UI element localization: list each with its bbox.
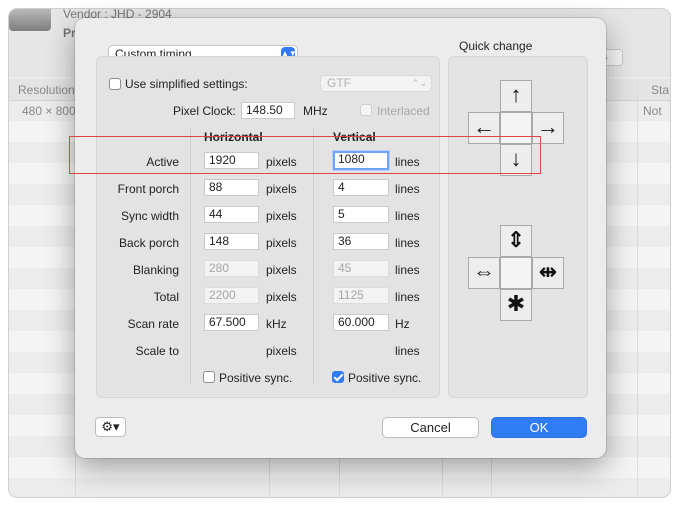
- row-label-back-porch: Back porch: [118, 236, 179, 250]
- back-porch-v-field[interactable]: 36: [333, 233, 389, 250]
- interlaced-checkbox[interactable]: [360, 104, 372, 116]
- simplified-method-popup[interactable]: GTF ⌃⌄: [320, 75, 432, 92]
- stretch-vertical-button[interactable]: ⇕: [500, 225, 532, 257]
- front-porch-v-unit: lines: [395, 182, 420, 196]
- move-up-button[interactable]: ↑: [500, 80, 532, 112]
- sync-width-h-field[interactable]: 44: [204, 206, 259, 223]
- scale-to-v-unit: lines: [395, 344, 420, 358]
- custom-timing-dialog: Custom timing ▲▼ Use simplified settings…: [75, 18, 606, 458]
- h-positive-sync-checkbox[interactable]: [203, 371, 215, 383]
- shrink-vertical-button[interactable]: ✱: [500, 289, 532, 321]
- use-simplified-label: Use simplified settings:: [125, 77, 248, 91]
- scan-rate-h-unit: kHz: [266, 317, 287, 331]
- column-status[interactable]: Sta: [651, 83, 669, 97]
- ok-button[interactable]: OK: [491, 417, 587, 438]
- front-porch-h-field[interactable]: 88: [204, 179, 259, 196]
- shrink-horizontal-icon: ⇹: [538, 259, 558, 284]
- scan-rate-v-unit: Hz: [395, 317, 410, 331]
- row-label-total: Total: [153, 290, 179, 304]
- display-thumbnail: [9, 9, 51, 31]
- total-v-field: 1125: [333, 287, 389, 304]
- cancel-button[interactable]: Cancel: [382, 417, 479, 438]
- use-simplified-checkbox[interactable]: [109, 78, 121, 90]
- v-positive-sync-label: Positive sync.: [348, 371, 422, 385]
- back-porch-h-unit: pixels: [266, 236, 297, 250]
- back-porch-h-field[interactable]: 148: [204, 233, 259, 250]
- sync-width-h-unit: pixels: [266, 209, 297, 223]
- sync-width-v-field[interactable]: 5: [333, 206, 389, 223]
- scan-rate-v-field[interactable]: 60.000: [333, 314, 389, 331]
- shrink-horizontal-button[interactable]: ⇹: [532, 257, 564, 289]
- row-label-scale-to: Scale to: [135, 344, 179, 358]
- total-v-unit: lines: [395, 290, 420, 304]
- blanking-h-field: 280: [204, 260, 259, 277]
- total-h-field: 2200: [204, 287, 259, 304]
- interlaced-label: Interlaced: [377, 104, 430, 118]
- blanking-v-field: 45: [333, 260, 389, 277]
- v-positive-sync-checkbox[interactable]: [332, 371, 344, 383]
- row-label-sync-width: Sync width: [120, 209, 179, 223]
- column-divider: [637, 79, 638, 497]
- back-porch-v-unit: lines: [395, 236, 420, 250]
- resize-center: [500, 257, 532, 289]
- front-porch-h-unit: pixels: [266, 182, 297, 196]
- pixel-clock-label: Pixel Clock:: [173, 104, 236, 118]
- product-label: Pr: [63, 26, 76, 40]
- stretch-horizontal-button[interactable]: ⇔: [468, 257, 500, 289]
- chevron-updown-icon: ⌃⌄: [411, 78, 427, 88]
- gear-icon: ⚙▾: [101, 419, 120, 434]
- quick-change-title: Quick change: [459, 39, 533, 53]
- highlight-annotation: [69, 136, 541, 174]
- pixel-clock-field[interactable]: 148.50: [241, 102, 295, 119]
- stretch-vertical-icon: ⇕: [506, 227, 526, 252]
- shrink-vertical-icon: ✱: [506, 291, 526, 316]
- blanking-v-unit: lines: [395, 263, 420, 277]
- gear-menu-button[interactable]: ⚙▾: [95, 417, 126, 437]
- blanking-h-unit: pixels: [266, 263, 297, 277]
- row-resolution: 480 × 800: [22, 104, 76, 118]
- pixel-clock-unit: MHz: [303, 104, 328, 118]
- h-positive-sync-label: Positive sync.: [219, 371, 293, 385]
- front-porch-v-field[interactable]: 4: [333, 179, 389, 196]
- arrow-up-icon: ↑: [510, 82, 522, 107]
- stretch-horizontal-icon: ⇔: [473, 259, 495, 284]
- total-h-unit: pixels: [266, 290, 297, 304]
- scan-rate-h-field[interactable]: 67.500: [204, 314, 259, 331]
- column-resolution[interactable]: Resolution: [18, 83, 75, 97]
- row-label-blanking: Blanking: [132, 263, 179, 277]
- simplified-method-value: GTF: [327, 76, 351, 90]
- sync-width-v-unit: lines: [395, 209, 420, 223]
- row-label-scan-rate: Scan rate: [127, 317, 179, 331]
- scale-to-h-unit: pixels: [266, 344, 297, 358]
- row-label-front-porch: Front porch: [117, 182, 179, 196]
